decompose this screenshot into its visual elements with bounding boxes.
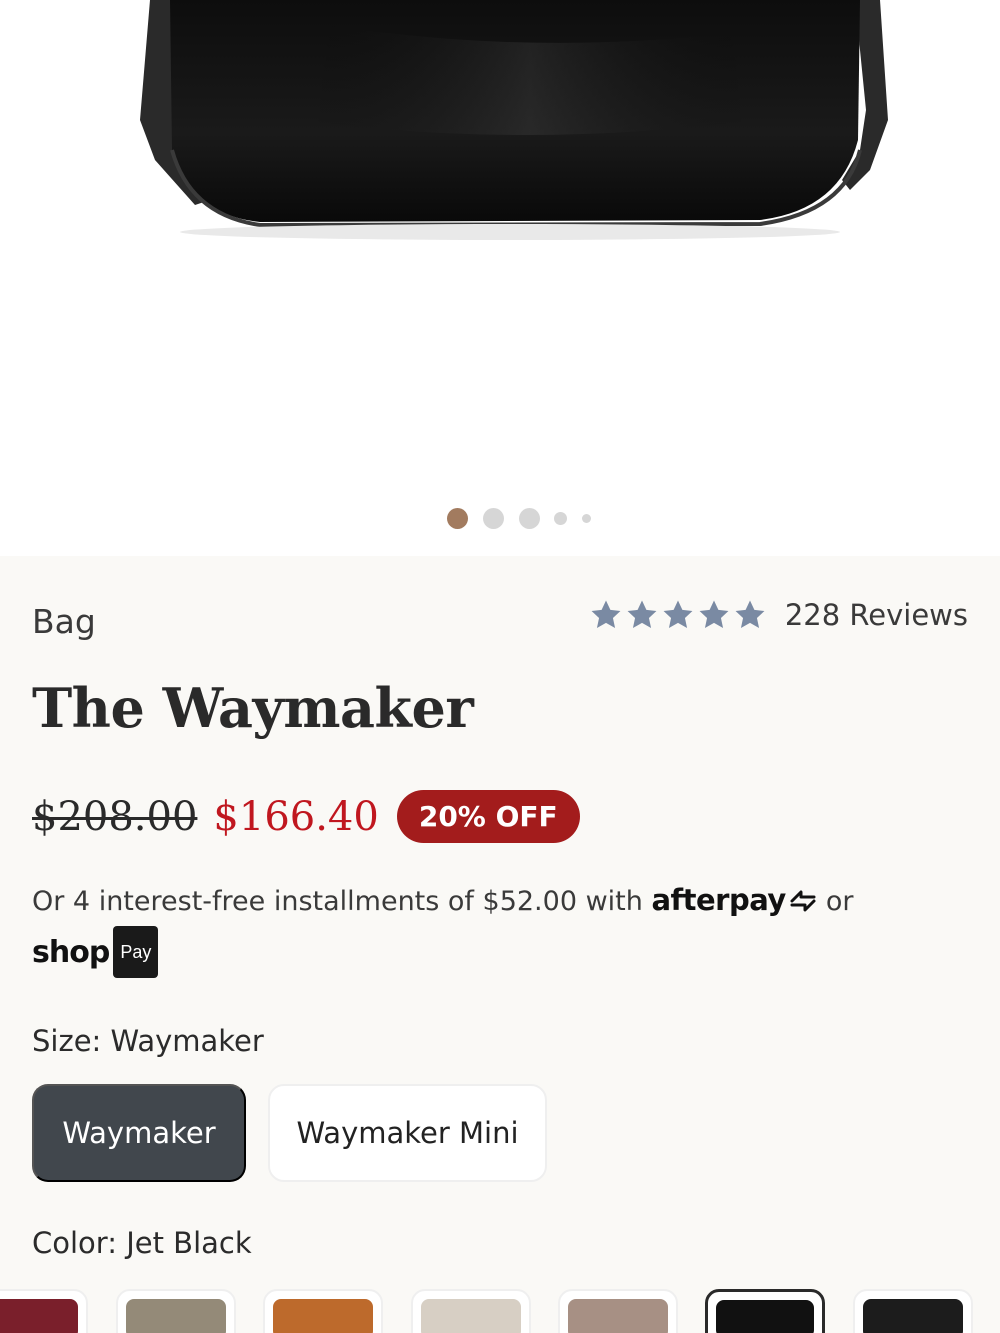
carousel-dot[interactable] — [554, 512, 567, 525]
color-swatch-sand[interactable] — [411, 1289, 531, 1333]
color-swatch-jet-black[interactable] — [705, 1289, 825, 1333]
installments-or: or — [825, 886, 854, 917]
swatch-fill — [716, 1300, 814, 1333]
star-rating — [589, 598, 769, 632]
color-swatch-burgundy[interactable] — [0, 1289, 88, 1333]
shop-pay-badge: Pay — [113, 926, 159, 978]
size-option-waymaker-mini[interactable]: Waymaker Mini — [268, 1084, 547, 1182]
original-price: $208.00 — [32, 793, 198, 840]
discount-badge: 20% OFF — [396, 790, 580, 843]
swatch-fill — [421, 1299, 521, 1333]
star-icon — [663, 600, 693, 629]
bag-photo — [140, 0, 888, 240]
star-icon — [591, 600, 621, 629]
price-row: $208.00 $166.40 20% OFF — [32, 790, 580, 843]
product-image[interactable] — [0, 0, 1000, 556]
star-icon — [627, 600, 657, 629]
sale-price: $166.40 — [213, 793, 379, 840]
size-option-waymaker[interactable]: Waymaker — [32, 1084, 246, 1182]
swatch-fill — [0, 1299, 78, 1333]
product-title: The Waymaker — [32, 676, 474, 740]
color-swatch-black-pebbled[interactable] — [853, 1289, 973, 1333]
carousel-dot[interactable] — [582, 514, 591, 523]
installments-text: Or 4 interest-free installments of $52.0… — [32, 886, 643, 917]
star-icon — [735, 600, 765, 629]
color-swatch-mauve[interactable] — [558, 1289, 678, 1333]
star-icon — [699, 600, 729, 629]
reviews-count-link[interactable]: 228 Reviews — [785, 598, 968, 632]
rating-summary[interactable]: 228 Reviews — [589, 598, 968, 632]
size-label: Size: Waymaker — [32, 1024, 264, 1058]
carousel-dot[interactable] — [483, 508, 504, 529]
color-label: Color: Jet Black — [32, 1226, 252, 1260]
product-category: Bag — [32, 602, 96, 641]
afterpay-arrows-icon — [790, 890, 816, 912]
afterpay-logo[interactable]: afterpay — [651, 883, 786, 917]
shop-pay-logo[interactable]: shop — [32, 935, 110, 970]
color-swatch-taupe[interactable] — [116, 1289, 236, 1333]
color-swatch-cognac[interactable] — [263, 1289, 383, 1333]
carousel-dots — [0, 506, 1000, 530]
swatch-fill — [126, 1299, 226, 1333]
carousel-dot[interactable] — [447, 508, 468, 529]
swatch-fill — [863, 1299, 963, 1333]
swatch-fill — [273, 1299, 373, 1333]
installments-message: Or 4 interest-free installments of $52.0… — [32, 876, 972, 978]
swatch-fill — [568, 1299, 668, 1333]
carousel-dot[interactable] — [519, 508, 540, 529]
